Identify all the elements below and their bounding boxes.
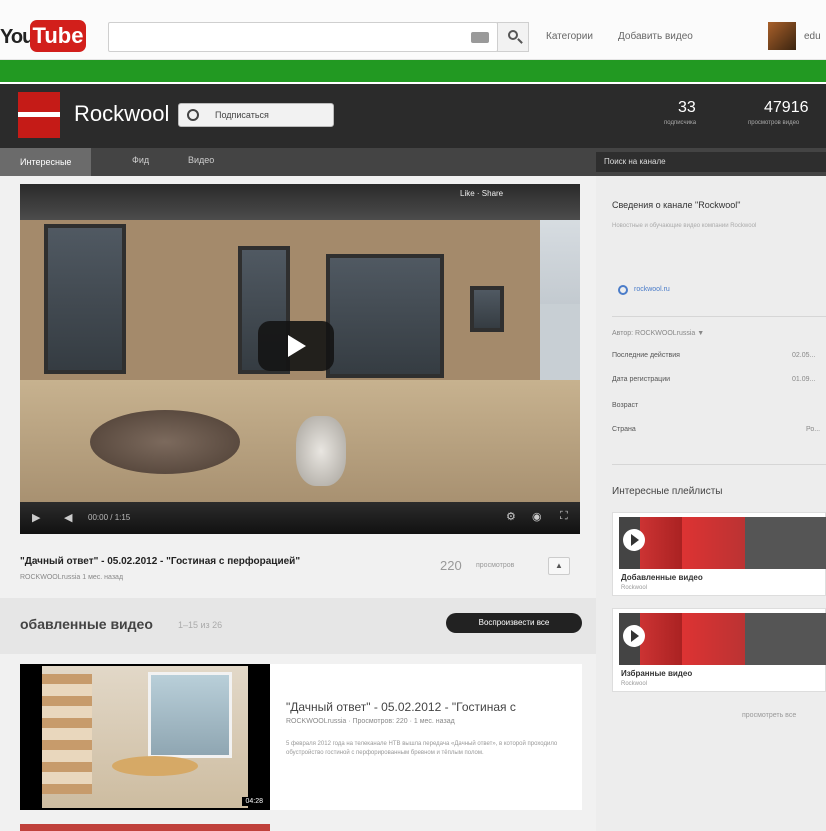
list-item-description: 5 февраля 2012 года на телеканале НТВ вы… xyxy=(286,741,558,756)
logo-you-text: You xyxy=(0,26,34,48)
divider xyxy=(612,464,826,465)
channel-search-input[interactable]: Поиск на канале xyxy=(596,152,826,172)
playlist-name[interactable]: Избранные видео xyxy=(621,669,692,678)
divider xyxy=(612,316,826,317)
section-count: 1–15 из 26 xyxy=(178,620,223,630)
list-item-title[interactable]: "Дачный ответ" - 05.02.2012 - "Гостиная … xyxy=(286,700,516,714)
play-icon[interactable] xyxy=(623,625,645,647)
view-count-label: просмотров видео xyxy=(748,120,800,126)
youtube-logo[interactable]: You Tube xyxy=(0,18,92,54)
volume-icon[interactable]: ◀ xyxy=(64,511,72,524)
subscriber-label: подписчика xyxy=(664,120,697,126)
play-icon xyxy=(288,335,306,357)
tab-featured[interactable]: Интересные xyxy=(0,148,92,176)
about-title: Сведения о канале "Rockwool" xyxy=(612,200,741,210)
categories-link[interactable]: Категории xyxy=(546,31,593,42)
detail-key: Дата регистрации xyxy=(612,376,671,383)
view-count-number: 220 xyxy=(440,558,462,573)
masthead: You Tube Категории Добавить видео edu xyxy=(0,0,826,60)
channel-logo[interactable] xyxy=(18,92,60,138)
tab-videos[interactable]: Видео xyxy=(188,155,214,165)
detail-key: Последние действия xyxy=(612,352,680,359)
play-icon[interactable] xyxy=(623,529,645,551)
subscribe-icon xyxy=(187,109,199,121)
list-item-meta: ROCKWOOLrussia · Просмотров: 220 · 1 мес… xyxy=(286,718,455,725)
avatar[interactable] xyxy=(768,22,796,50)
video-player[interactable]: Like · Share ▶ ◀ 00:00 / 1:15 ⚙ ◉ ⛶ xyxy=(20,184,580,534)
search-button[interactable] xyxy=(497,22,529,52)
view-all-link[interactable]: просмотреть все xyxy=(742,712,796,719)
views-label: просмотров xyxy=(476,562,515,569)
video-meta: ROCKWOOLrussia 1 мес. назад xyxy=(20,574,124,581)
detail-value: 02.05... xyxy=(792,352,816,359)
playlist-owner: Rockwool xyxy=(621,681,648,687)
fullscreen-icon[interactable]: ⛶ xyxy=(560,510,568,523)
playlist-thumbnails xyxy=(619,613,826,665)
detail-value: 01.09... xyxy=(792,376,816,383)
channel-author[interactable]: Автор: ROCKWOOLrussia ▼ xyxy=(612,330,704,337)
add-video-link[interactable]: Добавить видео xyxy=(618,31,693,42)
view-count: 47916 xyxy=(764,99,809,116)
subscriber-count: 33 xyxy=(678,99,696,116)
settings-icon[interactable]: ⚙ xyxy=(506,510,516,523)
video-frame[interactable]: Like · Share xyxy=(20,184,580,502)
video-thumbnail[interactable]: 04:28 xyxy=(20,664,270,810)
about-text: Новостные и обучающие видео компании Roc… xyxy=(612,223,757,229)
next-video-thumbnail[interactable] xyxy=(20,824,270,831)
play-all-button[interactable]: Воспроизвести все xyxy=(446,613,582,633)
channel-header: Rockwool Подписаться 33 подписчика 47916… xyxy=(0,84,826,148)
play-control-icon[interactable]: ▶ xyxy=(32,511,40,524)
website-link[interactable]: rockwool.ru xyxy=(634,286,670,293)
brand-bar xyxy=(0,60,826,82)
detail-key: Возраст xyxy=(612,402,639,409)
channel-search-placeholder: Поиск на канале xyxy=(604,157,666,166)
playlists-title: Интересные плейлисты xyxy=(612,486,723,497)
tab-feed[interactable]: Фид xyxy=(132,155,149,165)
logo-tube-text: Tube xyxy=(30,20,86,52)
subscribe-button[interactable]: Подписаться xyxy=(178,103,334,127)
detail-key: Страна xyxy=(612,426,636,433)
playlist-owner: Rockwool xyxy=(621,585,648,591)
sidebar xyxy=(596,176,826,831)
channel-name[interactable]: Rockwool xyxy=(74,101,169,127)
time-display: 00:00 / 1:15 xyxy=(88,513,131,522)
subscribe-label: Подписаться xyxy=(215,110,269,120)
playlist-card[interactable]: Избранные видео Rockwool xyxy=(612,608,826,692)
captions-icon[interactable]: ◉ xyxy=(532,510,542,523)
player-controls: ▶ ◀ 00:00 / 1:15 ⚙ ◉ ⛶ xyxy=(20,502,580,534)
video-duration: 04:28 xyxy=(242,797,266,806)
search-input[interactable] xyxy=(108,22,498,52)
play-button[interactable] xyxy=(258,321,334,371)
playlist-card[interactable]: Добавленные видео Rockwool xyxy=(612,512,826,596)
user-name[interactable]: edu xyxy=(804,31,821,42)
globe-icon xyxy=(618,285,628,295)
like-share-actions[interactable]: Like · Share xyxy=(460,189,503,198)
more-button[interactable]: ▲ xyxy=(548,557,570,575)
section-title: обавленные видео xyxy=(20,616,153,632)
playlist-name[interactable]: Добавленные видео xyxy=(621,573,703,582)
video-title[interactable]: "Дачный ответ" - 05.02.2012 - "Гостиная … xyxy=(20,556,300,567)
keyboard-icon[interactable] xyxy=(471,32,489,43)
detail-value: Ро... xyxy=(806,426,821,433)
playlist-thumbnails xyxy=(619,517,826,569)
